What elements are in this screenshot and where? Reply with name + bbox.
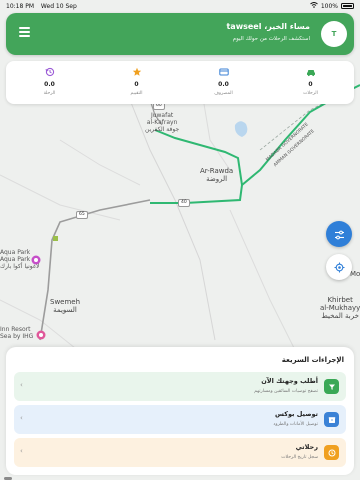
chevron-left-icon: ‹ bbox=[20, 381, 23, 389]
wifi-icon bbox=[310, 2, 318, 10]
map-label-khirbet: Khirbet al-Mukhayy خربة المخيط bbox=[320, 296, 360, 321]
quick-action-subtitle: سجل تاريخ الرحلات bbox=[281, 455, 318, 460]
stat-spending[interactable]: 0.0 المصروف bbox=[180, 61, 267, 104]
greeting-title: مساء الخير، tawseel bbox=[226, 22, 310, 31]
quick-action-subtitle: تصفح توصيات السائقين ومسارتهم bbox=[254, 389, 318, 394]
star-icon bbox=[93, 67, 180, 77]
quick-action-title: رحلاتي bbox=[295, 443, 318, 451]
map-label-aqua-park: Aqua Park Aqua Park لاغونيا أكوا بارك bbox=[0, 249, 40, 270]
map-label-inn-resort: Inn Resort Sea by IHG bbox=[0, 326, 34, 340]
quick-action-title: توصيل بوكس bbox=[275, 410, 318, 418]
quick-action-request-ride[interactable]: أطلب وجهتك الآن تصفح توصيات السائقين ومس… bbox=[14, 372, 346, 401]
stat-rating[interactable]: 0 التقييم bbox=[93, 61, 180, 104]
chevron-left-icon: ‹ bbox=[20, 414, 23, 422]
box-icon bbox=[324, 412, 339, 427]
map-label-mo: Mo bbox=[350, 270, 360, 278]
filter-button[interactable] bbox=[326, 221, 352, 247]
road-tag-65: 65 bbox=[76, 211, 88, 219]
quick-action-title: أطلب وجهتك الآن bbox=[261, 377, 318, 385]
filter-icon bbox=[324, 379, 339, 394]
status-bar: 10:18 PM Wed 10 Sep 100% bbox=[0, 0, 360, 12]
quick-actions-sheet: الإجراءات السريعة أطلب وجهتك الآن تصفح ت… bbox=[6, 347, 354, 475]
stat-trips-value: 0 bbox=[308, 81, 313, 88]
stat-history-label: الرحلة bbox=[43, 91, 56, 96]
quick-action-box-delivery[interactable]: توصيل بوكس توصيل الأمانات والطرود ‹ bbox=[14, 405, 346, 434]
quick-action-my-trips[interactable]: رحلاتي سجل تاريخ الرحلات ‹ bbox=[14, 438, 346, 467]
stat-spending-value: 0.0 bbox=[218, 81, 229, 88]
stat-spending-label: المصروف bbox=[214, 91, 233, 96]
stat-history-value: 0.0 bbox=[44, 81, 55, 88]
history-icon bbox=[6, 67, 93, 77]
status-date: Wed 10 Sep bbox=[40, 2, 77, 10]
clock-icon bbox=[324, 445, 339, 460]
road-tag-40: 40 bbox=[178, 199, 190, 207]
stats-card: 0.0 الرحلة 0 التقييم 0.0 المصروف 0 الرحل… bbox=[6, 61, 354, 104]
map-label-swemeh: Swemeh السويمة bbox=[50, 298, 81, 315]
battery-icon bbox=[341, 3, 354, 9]
wallet-icon bbox=[180, 67, 267, 77]
menu-icon[interactable] bbox=[19, 27, 30, 37]
stat-rating-label: التقييم bbox=[130, 91, 143, 96]
quick-action-subtitle: توصيل الأمانات والطرود bbox=[273, 422, 318, 427]
avatar[interactable]: T bbox=[321, 21, 347, 47]
map-label-juwafat: Juwafat al-Kafrayn جوفة الكفرين bbox=[145, 112, 180, 133]
battery-percent: 100% bbox=[320, 2, 338, 10]
stat-history[interactable]: 0.0 الرحلة bbox=[6, 61, 93, 104]
stat-trips-label: الرحلات bbox=[303, 91, 318, 96]
locate-me-button[interactable] bbox=[326, 254, 352, 280]
quick-actions-title: الإجراءات السريعة bbox=[281, 356, 344, 364]
greeting-header: مساء الخير، tawseel استكشف الرحلات من حو… bbox=[6, 13, 354, 55]
status-time: 10:18 PM bbox=[6, 2, 34, 10]
sliders-icon bbox=[334, 225, 345, 244]
car-icon bbox=[267, 67, 354, 77]
chevron-left-icon: ‹ bbox=[20, 447, 23, 455]
crosshair-icon bbox=[334, 258, 345, 277]
greeting-subtitle: استكشف الرحلات من حولك اليوم bbox=[232, 36, 310, 42]
map-label-ar-rawda: Ar-Rawda الروضة bbox=[200, 167, 234, 184]
stat-trips[interactable]: 0 الرحلات bbox=[267, 61, 354, 104]
stat-rating-value: 0 bbox=[134, 81, 139, 88]
